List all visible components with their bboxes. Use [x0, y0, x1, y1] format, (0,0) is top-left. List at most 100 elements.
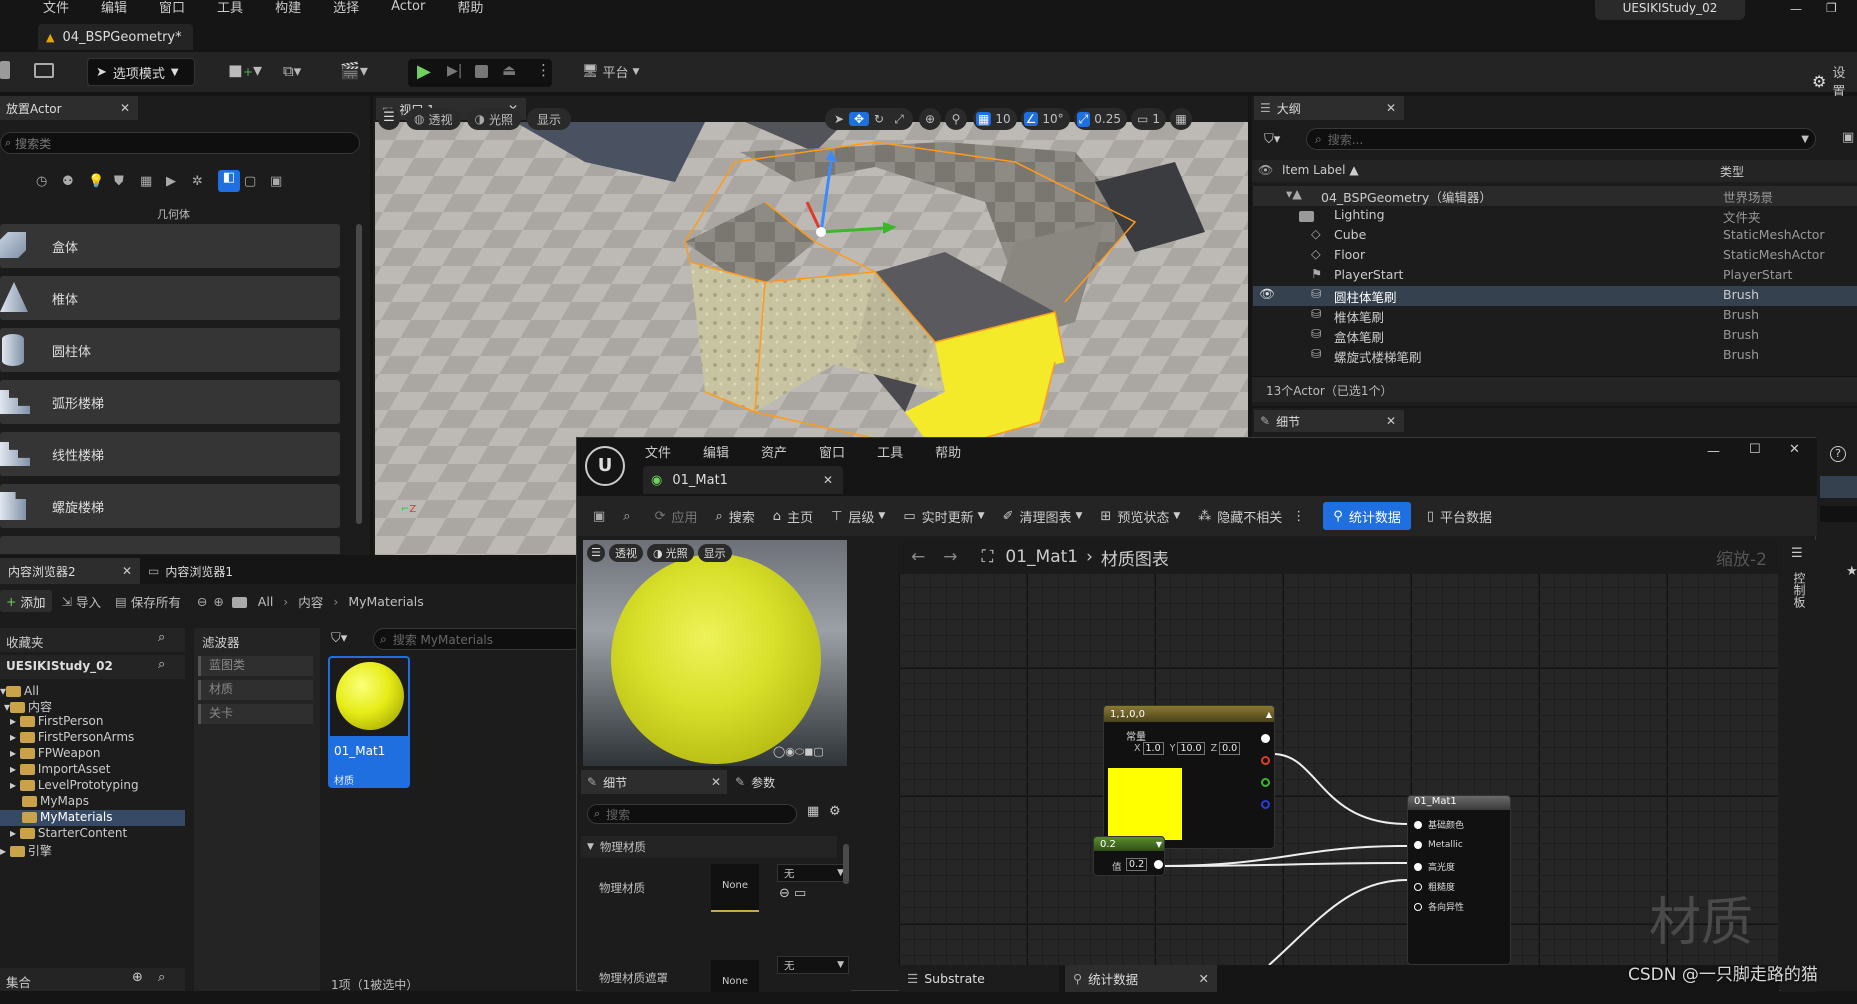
- live-update-button[interactable]: ▭ 实时更新 ▼: [903, 507, 984, 526]
- item-label-header[interactable]: Item Label ▲: [1282, 163, 1359, 177]
- filter-icon[interactable]: ⛉▾: [331, 631, 347, 646]
- minimize-icon[interactable]: —: [1790, 2, 1802, 16]
- menu-select[interactable]: 选择: [333, 0, 359, 16]
- material-preview[interactable]: ☰ 透视 ◑ 光照 显示 ◯◉⬭◼▢: [583, 540, 847, 766]
- mode-select-button[interactable]: ➤ 选项模式 ▼: [87, 58, 195, 86]
- constant-node-header[interactable]: 1,1,0,0 ▲: [1104, 706, 1274, 722]
- geometry-item-linear-stair[interactable]: 线性楼梯: [0, 432, 340, 476]
- material-tab[interactable]: ◉ 01_Mat1 ✕: [643, 466, 843, 494]
- result-pin-row[interactable]: 基础颜色: [1414, 818, 1464, 831]
- result-pin-row[interactable]: 粗糙度: [1414, 880, 1455, 893]
- close-icon[interactable]: ✕: [122, 564, 132, 578]
- outliner-row-selected[interactable]: 👁 ⛁ 圆柱体笔刷 Brush: [1253, 286, 1857, 306]
- menu-build[interactable]: 构建: [275, 0, 301, 16]
- grid-snap-button[interactable]: ▦ 10: [973, 108, 1017, 130]
- recent-icon[interactable]: ◷: [36, 174, 62, 189]
- search-icon[interactable]: ⌕: [158, 630, 165, 645]
- close-icon[interactable]: ✕: [120, 101, 130, 115]
- material-details-tab[interactable]: ✎ 细节 ✕: [581, 770, 727, 794]
- more-icon[interactable]: ⋮: [1292, 509, 1305, 524]
- step-icon[interactable]: ▶|: [447, 63, 462, 79]
- hamburger-icon[interactable]: ☰: [378, 108, 400, 130]
- outliner-tab[interactable]: ☰ 大纲 ✕: [1254, 96, 1404, 120]
- apply-button[interactable]: ⟳ 应用: [655, 507, 698, 526]
- outliner-row[interactable]: ◇ Cube StaticMeshActor: [1253, 226, 1857, 246]
- place-actors-tab[interactable]: 放置Actor ✕: [0, 96, 138, 120]
- add-actor-icon[interactable]: ◼+▾: [228, 60, 262, 81]
- scalar-node[interactable]: 0.2 ▼ 值 0.2: [1093, 836, 1165, 876]
- settings-small-icon[interactable]: ▣: [270, 174, 296, 189]
- filter-level[interactable]: 关卡: [198, 704, 313, 724]
- tree-item[interactable]: ▾ 内容: [0, 698, 185, 714]
- clean-graph-button[interactable]: ✐ 清理图表 ▼: [1003, 507, 1083, 526]
- menu-help[interactable]: 帮助: [457, 0, 483, 16]
- output-pin-red[interactable]: [1261, 756, 1270, 765]
- settings-button[interactable]: ⚙ 设置: [1812, 62, 1857, 100]
- close-icon[interactable]: ✕: [1386, 414, 1396, 428]
- geometry-item-spiral-stair[interactable]: 螺旋楼梯: [0, 484, 340, 528]
- eject-icon[interactable]: ⏏: [502, 61, 516, 79]
- details-tab[interactable]: ✎ 细节 ✕: [1254, 410, 1404, 432]
- lights-icon[interactable]: 💡: [88, 174, 114, 189]
- output-pin-white[interactable]: [1261, 734, 1270, 743]
- search-button[interactable]: ⌕ 搜索: [716, 507, 755, 526]
- rotate-icon[interactable]: ↻: [869, 112, 889, 126]
- cinematic-icon[interactable]: ▦: [140, 174, 166, 189]
- world-icon[interactable]: ⊕: [919, 108, 941, 130]
- menu-help[interactable]: 帮助: [935, 442, 961, 461]
- menu-asset[interactable]: 资产: [761, 442, 787, 461]
- menu-edit[interactable]: 编辑: [703, 442, 729, 461]
- add-button[interactable]: + 添加: [0, 590, 52, 612]
- platform-stats-button[interactable]: ▯ 平台数据: [1427, 507, 1492, 526]
- hierarchy-button[interactable]: ⊤ 层级 ▼: [831, 507, 885, 526]
- hamburger-icon[interactable]: ☰: [587, 544, 605, 562]
- cinematics-icon[interactable]: 🎬▾: [340, 61, 368, 80]
- project-header[interactable]: UESIKIStudy_02 ⌕: [0, 655, 185, 679]
- volumes-icon[interactable]: ✲: [192, 174, 218, 189]
- outliner-row[interactable]: ⛁ 螺旋式楼梯笔刷 Brush: [1253, 346, 1857, 366]
- chevron-down-icon[interactable]: ▼: [1156, 840, 1162, 849]
- save-all-button[interactable]: ▤ 保存所有: [115, 592, 181, 611]
- add-collection-icon[interactable]: ⊕: [132, 970, 143, 985]
- basic-icon[interactable]: ⚉: [62, 174, 88, 189]
- preview-shape-icons[interactable]: ◯◉⬭◼▢: [773, 745, 824, 759]
- visual-effects-icon[interactable]: ▶: [166, 174, 192, 189]
- result-pin-row[interactable]: 各向异性: [1414, 900, 1464, 913]
- filter-blueprint[interactable]: 蓝图类: [198, 656, 313, 676]
- tree-item[interactable]: ▸ StarterContent: [0, 826, 185, 842]
- move-icon[interactable]: ✥: [849, 112, 869, 126]
- geometry-item-partial[interactable]: [0, 536, 340, 554]
- palette-tab-label[interactable]: 控制板: [1791, 572, 1808, 608]
- outliner-row[interactable]: ⛁ 椎体笔刷 Brush: [1253, 306, 1857, 326]
- lighting-button[interactable]: ◑ 光照: [466, 108, 521, 130]
- outliner-row[interactable]: ⚑ PlayerStart PlayerStart: [1253, 266, 1857, 286]
- result-pin-row[interactable]: 高光度: [1414, 860, 1455, 873]
- menu-tools[interactable]: 工具: [877, 442, 903, 461]
- menu-file[interactable]: 文件: [645, 442, 671, 461]
- scalar-node-header[interactable]: 0.2 ▼: [1094, 837, 1164, 851]
- scalar-output-pin[interactable]: [1154, 860, 1163, 869]
- stats-tab[interactable]: ⚲ 统计数据 ✕: [1065, 965, 1217, 992]
- content-browser-tab-1[interactable]: ▭ 内容浏览器1: [140, 558, 241, 584]
- camera-speed-button[interactable]: ▭ 1: [1131, 108, 1166, 130]
- constant-node[interactable]: 1,1,0,0 ▲ 常量 X 1.0 Y 10.0 Z 0.0: [1103, 705, 1275, 849]
- menu-tools[interactable]: 工具: [217, 0, 243, 16]
- use-selected-icon[interactable]: ⊖ ▭: [779, 886, 806, 901]
- path-mymaterials[interactable]: MyMaterials: [348, 594, 423, 609]
- tree-item[interactable]: MyMaps: [0, 794, 185, 810]
- filter-icon[interactable]: ⛉▾: [1264, 132, 1280, 147]
- collections-header[interactable]: 集合 ⊕ ⌕: [0, 968, 185, 991]
- output-pin-blue[interactable]: [1261, 800, 1270, 809]
- play-options-icon[interactable]: ⋮: [536, 61, 551, 79]
- z-input[interactable]: 0.0: [1219, 742, 1241, 755]
- forward-icon[interactable]: ⊕: [213, 594, 223, 609]
- geometry-item-curved-stair[interactable]: 弧形楼梯: [0, 380, 340, 424]
- physical-material-thumbnail[interactable]: None: [711, 864, 759, 912]
- search-icon[interactable]: ⌕: [158, 970, 165, 985]
- browse-icon[interactable]: ⌕: [623, 509, 630, 524]
- asset-tile[interactable]: 01_Mat1 材质: [328, 656, 410, 788]
- close-window-icon[interactable]: ✕: [1789, 442, 1800, 457]
- asset-search[interactable]: ⌕ 搜索 MyMaterials: [373, 628, 583, 650]
- outliner-row[interactable]: ▾▲ 04_BSPGeometry（编辑器） 世界场景: [1253, 186, 1857, 206]
- table-view-icon[interactable]: ▦: [807, 804, 819, 819]
